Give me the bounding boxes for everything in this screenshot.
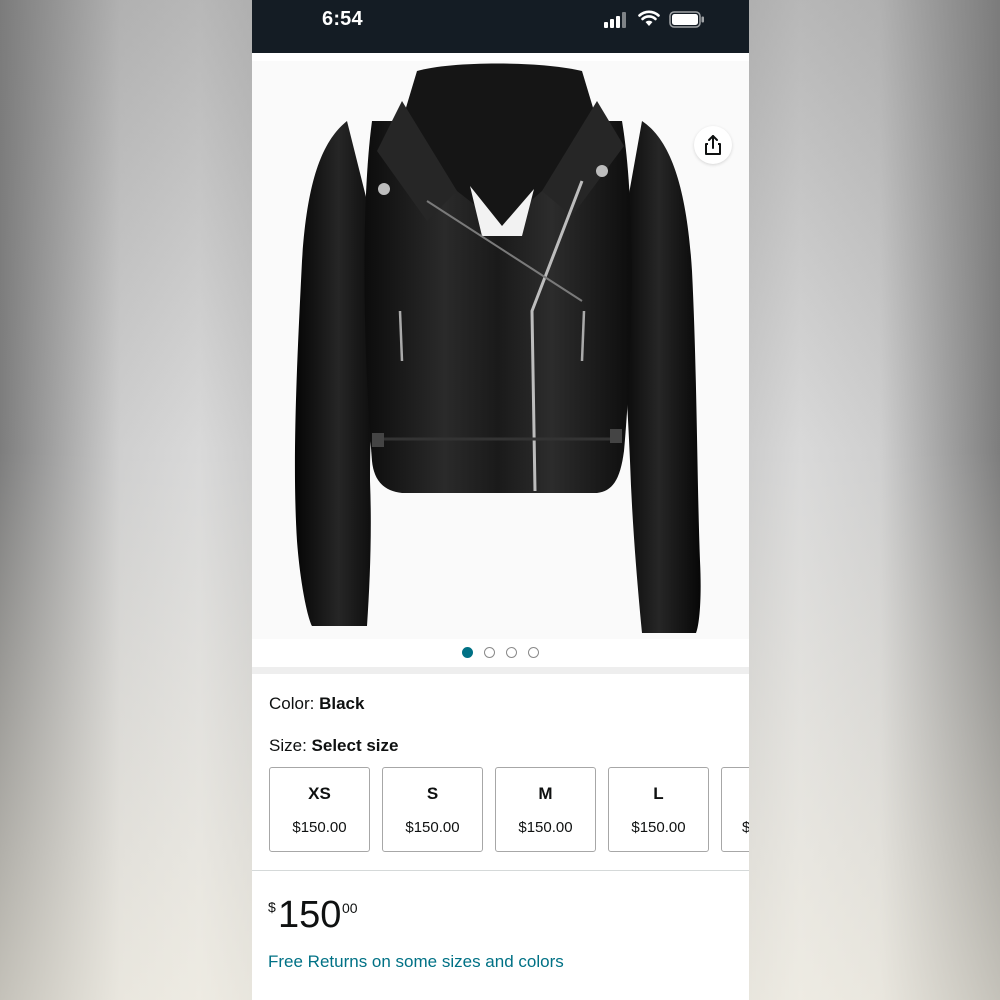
color-value: Black [319,694,365,713]
section-divider-line [252,870,749,871]
price-whole: 150 [278,894,342,936]
size-option-name: M [538,784,553,803]
size-option-partial[interactable]: $ [721,767,749,852]
size-option-xs[interactable]: XS $150.00 [269,767,370,852]
size-option-name: S [426,784,439,803]
carousel-dot-3[interactable] [506,647,517,658]
carousel-dot-4[interactable] [528,647,539,658]
size-option-price: $150.00 [518,819,573,836]
battery-icon [669,11,704,28]
size-option-name: XS [308,784,331,803]
size-option-name: L [653,784,664,803]
size-option-price: $150.00 [631,819,686,836]
price-currency: $ [268,899,276,915]
size-option-price: $ [742,819,749,836]
carousel-dot-2[interactable] [484,647,495,658]
size-value: Select size [311,736,399,755]
section-divider [252,667,749,674]
cellular-signal-icon [604,12,630,28]
product-image[interactable] [252,61,749,639]
size-option-l[interactable]: L $150.00 [608,767,709,852]
size-label: Size: [269,736,312,755]
size-selection: Size: Select size [269,736,398,756]
image-carousel-dots [252,645,749,659]
status-time: 6:54 [322,8,363,30]
color-selection: Color: Black [269,694,364,714]
jacket-image [294,63,701,633]
size-option-m[interactable]: M $150.00 [495,767,596,852]
phone-screen: 6:54 Color: Black Size: Select size XS $… [252,0,749,1000]
size-option-price: $150.00 [405,819,460,836]
price-fraction: 00 [342,900,358,916]
free-returns-link[interactable]: Free Returns on some sizes and colors [268,952,564,972]
status-bar: 6:54 [252,0,749,53]
share-icon [705,135,721,155]
color-label: Color: [269,694,320,713]
wifi-icon [638,10,660,26]
size-option-price: $150.00 [292,819,347,836]
size-option-s[interactable]: S $150.00 [382,767,483,852]
carousel-dot-1[interactable] [462,647,473,658]
